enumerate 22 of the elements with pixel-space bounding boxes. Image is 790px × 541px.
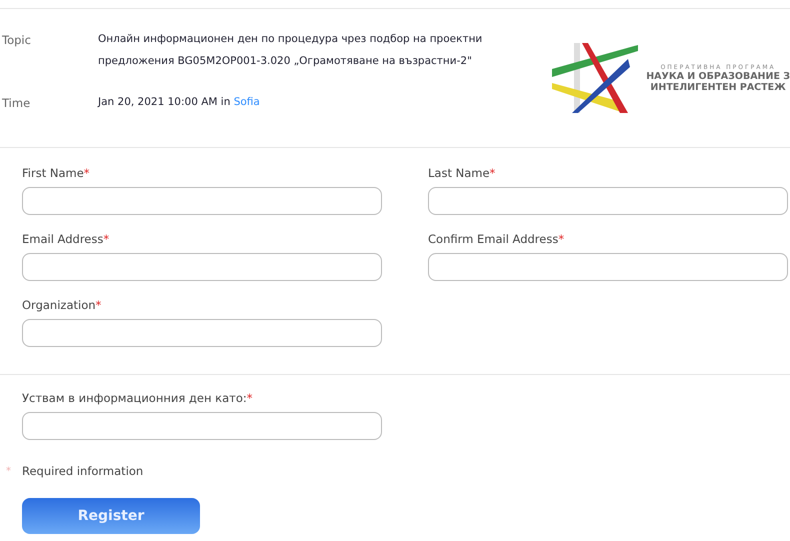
text-field[interactable] <box>22 187 382 215</box>
field-label: Confirm Email Address* <box>428 232 566 246</box>
field-label: Email Address* <box>22 232 110 246</box>
field-label: Last Name* <box>428 166 496 180</box>
field-label: Уствам в информационния ден като:* <box>22 391 254 405</box>
logo-text: НАУКА И ОБРАЗОВАНИЕ З <box>646 70 790 82</box>
text-field[interactable] <box>428 253 788 281</box>
field-label: First Name* <box>22 166 91 180</box>
text-field[interactable] <box>22 319 382 347</box>
meeting-value: Онлайн информационен ден по процедура чрез подбор на проектни предложения BG05M2OP001-3.020 „Ограмотяване на възрастни-2" <box>98 32 484 69</box>
required-note: Required information <box>22 464 144 478</box>
logo-text: ИНТЕЛИГЕНТЕН РАСТЕЖ <box>650 82 786 92</box>
meeting-label: Time <box>1 96 32 112</box>
field-label: Organization* <box>22 298 102 312</box>
register-button[interactable]: Register <box>22 498 200 534</box>
meeting-label: Topic <box>1 33 32 49</box>
text-field[interactable] <box>22 253 382 281</box>
meeting-value: Jan 20, 2021 10:00 AM in Sofia <box>98 95 261 110</box>
timezone-link[interactable]: Sofia <box>234 96 260 108</box>
text-field[interactable] <box>22 412 382 440</box>
required-mark: * <box>6 466 12 476</box>
text-field[interactable] <box>428 187 788 215</box>
